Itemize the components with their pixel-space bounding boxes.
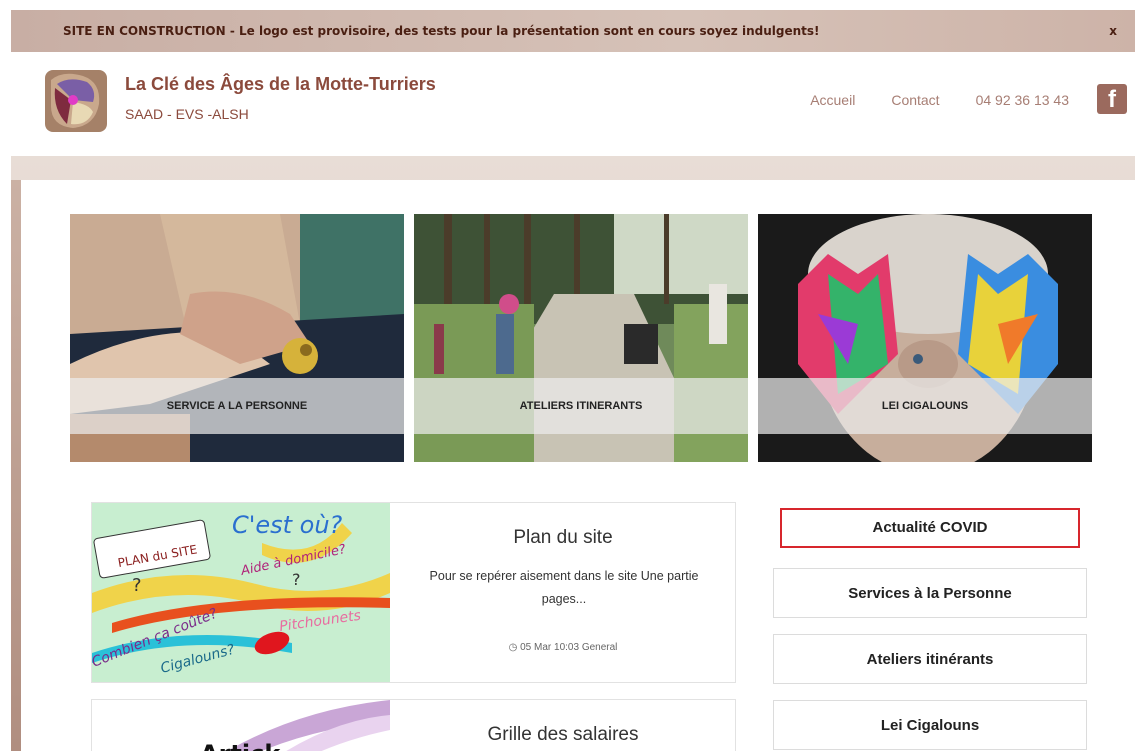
tile-ateliers-itinerants[interactable]: ATELIERS ITINERANTS: [414, 214, 748, 462]
card-title[interactable]: Plan du site: [390, 527, 736, 549]
main-nav: Accueil Contact 04 92 36 13 43: [810, 92, 1069, 108]
grille-salaires-thumbnail: Artick: [92, 700, 390, 751]
article-card-grille-salaires[interactable]: Artick Grille des salaires: [91, 699, 736, 751]
card-meta: ◷ 05 Mar 10:03 General: [390, 642, 736, 653]
site-logo[interactable]: [43, 66, 109, 136]
side-link-label: Lei Cigalouns: [880, 716, 980, 734]
site-subtitle: SAAD - EVS -ALSH: [125, 106, 249, 122]
plan-du-site-thumbnail: PLAN du SITE C'est où? Aide à domicile? …: [92, 503, 390, 682]
nav-phone[interactable]: 04 92 36 13 43: [976, 92, 1069, 108]
site-header: La Clé des Âges de la Motte-Turriers SAA…: [11, 52, 1135, 156]
frame-left-border: [11, 180, 21, 751]
article-card-plan-du-site[interactable]: PLAN du SITE C'est où? Aide à domicile? …: [91, 502, 736, 683]
thumb-question-1: ?: [132, 575, 142, 596]
tile-service-personne[interactable]: SERVICE A LA PERSONNE: [70, 214, 404, 462]
card-meta-text: 05 Mar 10:03 General: [520, 642, 618, 653]
tile-label: LEI CIGALOUNS: [758, 378, 1092, 434]
side-link-label: Ateliers itinérants: [866, 650, 994, 668]
clock-icon: ◷: [508, 642, 518, 653]
tile-lei-cigalouns[interactable]: LEI CIGALOUNS: [758, 214, 1092, 462]
card-title[interactable]: Grille des salaires: [390, 724, 736, 746]
tile-label: ATELIERS ITINERANTS: [414, 378, 748, 434]
site-title[interactable]: La Clé des Âges de la Motte-Turriers: [125, 74, 436, 95]
nav-contact[interactable]: Contact: [891, 92, 939, 108]
facebook-icon[interactable]: f: [1097, 84, 1127, 114]
banner-close-button[interactable]: x: [1109, 24, 1117, 38]
side-link-lei-cigalouns[interactable]: Lei Cigalouns: [773, 700, 1087, 750]
highlight-box: [780, 508, 1080, 548]
banner-text: SITE EN CONSTRUCTION - Le logo est provi…: [63, 24, 820, 38]
side-link-ateliers-itinerants[interactable]: Ateliers itinérants: [773, 634, 1087, 684]
side-link-label: Services à la Personne: [848, 584, 1012, 602]
card-description: Pour se repérer aisement dans le site Un…: [429, 569, 699, 606]
construction-banner: SITE EN CONSTRUCTION - Le logo est provi…: [11, 10, 1135, 52]
side-link-services-personne[interactable]: Services à la Personne: [773, 568, 1087, 618]
thumb-cest-ou: C'est où?: [232, 511, 343, 539]
side-link-actualite-covid[interactable]: Actualité COVID: [773, 502, 1087, 552]
tile-label: SERVICE A LA PERSONNE: [70, 378, 404, 434]
thumb-artick: Artick: [200, 740, 281, 751]
thumb-question-2: ?: [292, 570, 301, 589]
nav-accueil[interactable]: Accueil: [810, 92, 855, 108]
